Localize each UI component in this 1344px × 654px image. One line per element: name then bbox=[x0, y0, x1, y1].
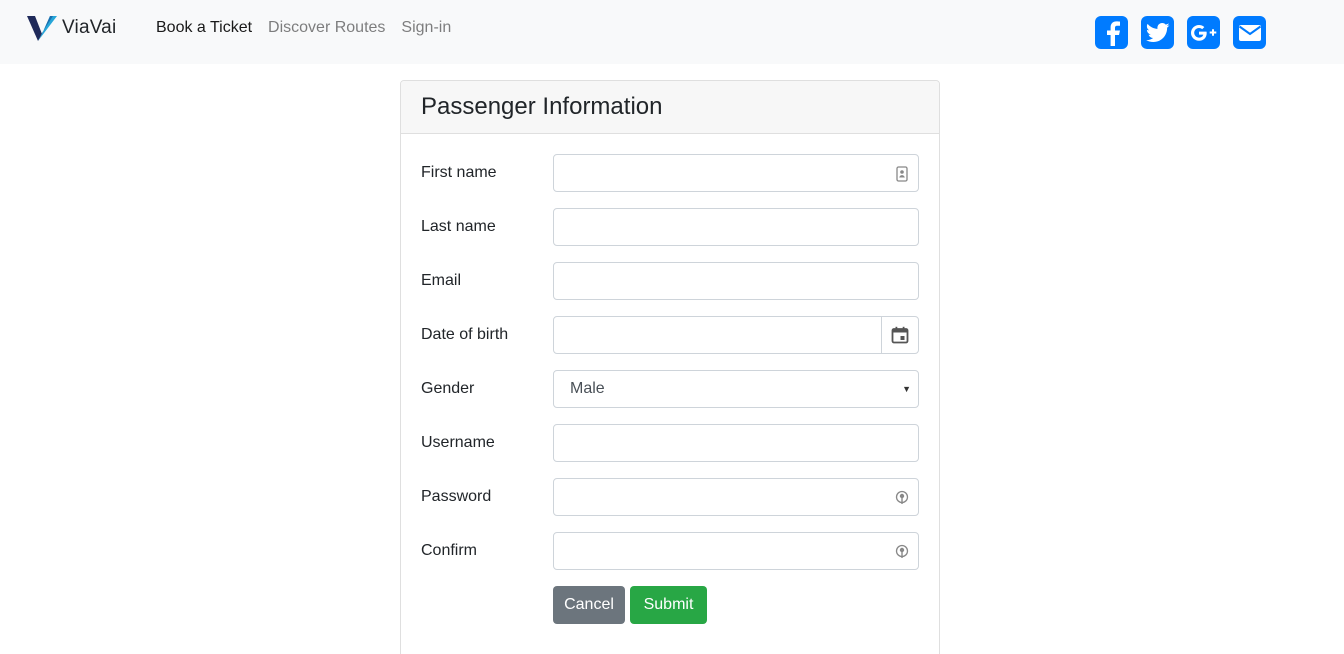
last-name-input[interactable] bbox=[554, 209, 918, 245]
facebook-button[interactable] bbox=[1095, 16, 1128, 49]
card-header: Passenger Information bbox=[401, 81, 939, 134]
username-field[interactable] bbox=[553, 424, 919, 462]
email-label: Email bbox=[421, 272, 462, 289]
password-key-icon bbox=[895, 544, 909, 558]
last-name-field[interactable] bbox=[553, 208, 919, 246]
dob-label: Date of birth bbox=[421, 326, 509, 343]
last-name-row: Last name bbox=[401, 208, 939, 246]
contact-card-icon bbox=[896, 166, 908, 182]
dob-row: Date of birth bbox=[401, 316, 939, 354]
username-row: Username bbox=[401, 424, 939, 462]
main-nav: Book a Ticket Discover Routes Sign-in bbox=[156, 18, 451, 38]
page-title: Passenger Information bbox=[421, 93, 663, 120]
last-name-label: Last name bbox=[421, 218, 496, 235]
nav-book-ticket[interactable]: Book a Ticket bbox=[156, 18, 252, 38]
twitter-icon bbox=[1145, 22, 1169, 42]
gender-row: Gender Male ▼ bbox=[401, 370, 939, 408]
confirm-password-field[interactable] bbox=[553, 532, 919, 570]
twitter-button[interactable] bbox=[1141, 16, 1174, 49]
gender-select[interactable]: Male ▼ bbox=[553, 370, 919, 408]
password-row: Password bbox=[401, 478, 939, 516]
date-picker-button[interactable] bbox=[881, 317, 918, 353]
passenger-form-card: Passenger Information First name Last na… bbox=[400, 80, 940, 654]
gender-label: Gender bbox=[421, 380, 475, 397]
dob-input[interactable] bbox=[554, 317, 882, 353]
caret-down-icon: ▼ bbox=[902, 384, 911, 394]
first-name-label: First name bbox=[421, 164, 497, 181]
email-row: Email bbox=[401, 262, 939, 300]
gender-selected-value: Male bbox=[570, 380, 605, 397]
facebook-icon bbox=[1106, 20, 1120, 46]
username-input[interactable] bbox=[554, 425, 918, 461]
viavai-v-logo-icon bbox=[27, 16, 57, 41]
submit-button[interactable]: Submit bbox=[630, 586, 707, 624]
password-field[interactable] bbox=[553, 478, 919, 516]
navbar: ViaVai Book a Ticket Discover Routes Sig… bbox=[0, 0, 1344, 64]
confirm-password-input[interactable] bbox=[554, 533, 918, 569]
envelope-icon bbox=[1238, 24, 1261, 41]
dob-field[interactable] bbox=[553, 316, 919, 354]
email-button[interactable] bbox=[1233, 16, 1266, 49]
email-field[interactable] bbox=[553, 262, 919, 300]
google-plus-button[interactable] bbox=[1187, 16, 1220, 49]
calendar-icon bbox=[891, 326, 909, 344]
first-name-field[interactable] bbox=[553, 154, 919, 192]
google-plus-icon bbox=[1190, 24, 1216, 41]
username-label: Username bbox=[421, 434, 495, 451]
confirm-label: Confirm bbox=[421, 542, 478, 559]
first-name-row: First name bbox=[401, 154, 939, 192]
password-key-icon bbox=[895, 490, 909, 504]
email-input[interactable] bbox=[554, 263, 918, 299]
password-input[interactable] bbox=[554, 479, 918, 515]
password-label: Password bbox=[421, 488, 492, 505]
nav-sign-in[interactable]: Sign-in bbox=[401, 18, 451, 38]
cancel-button[interactable]: Cancel bbox=[553, 586, 625, 624]
confirm-row: Confirm bbox=[401, 532, 939, 570]
first-name-input[interactable] bbox=[554, 155, 918, 191]
brand-name: ViaVai bbox=[62, 17, 117, 38]
nav-discover-routes[interactable]: Discover Routes bbox=[268, 18, 385, 38]
social-links bbox=[1095, 16, 1266, 49]
brand[interactable]: ViaVai bbox=[26, 14, 116, 42]
form-actions: Cancel Submit bbox=[401, 586, 939, 624]
